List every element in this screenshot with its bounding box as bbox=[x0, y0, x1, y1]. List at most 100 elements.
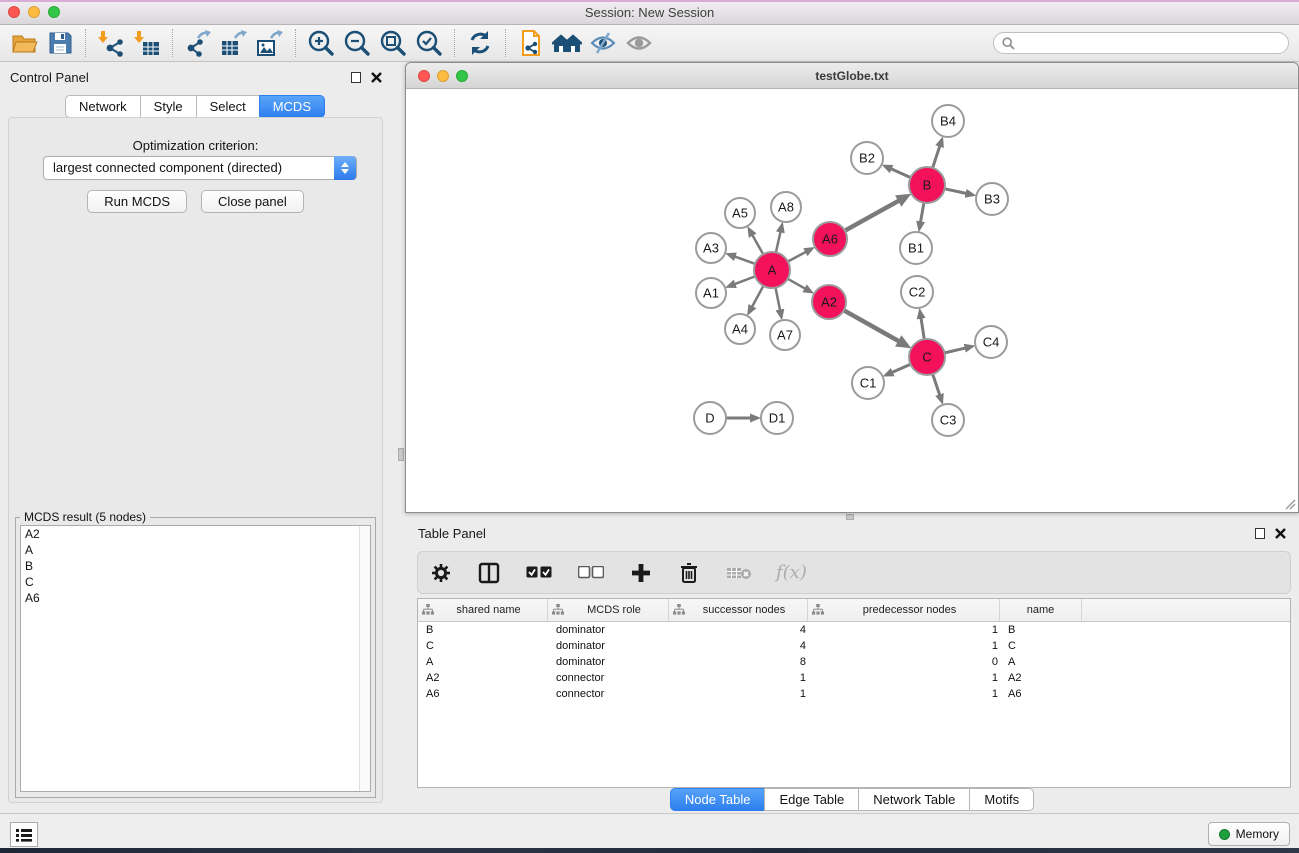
open-session-button[interactable] bbox=[6, 27, 42, 59]
control-panel-tabs: Network Style Select MCDS bbox=[0, 95, 390, 118]
zoom-selected-button[interactable] bbox=[411, 27, 447, 59]
delete-column-button[interactable] bbox=[676, 557, 702, 589]
edge-A2-C[interactable] bbox=[843, 310, 899, 342]
graph-node-label: C1 bbox=[860, 376, 877, 391]
mcds-result-item[interactable]: A6 bbox=[21, 590, 370, 606]
close-table-panel-icon[interactable] bbox=[1275, 528, 1286, 539]
column-header-name[interactable]: name bbox=[1000, 599, 1082, 621]
criterion-dropdown[interactable]: largest connected component (directed) bbox=[43, 156, 357, 180]
edge-B-B3[interactable] bbox=[944, 189, 967, 194]
edge-A-A8[interactable] bbox=[776, 231, 781, 253]
cell-successor-nodes: 8 bbox=[669, 656, 808, 668]
tab-node-table[interactable]: Node Table bbox=[670, 788, 766, 811]
resize-handle-icon[interactable] bbox=[1284, 498, 1296, 510]
edge-B-B2[interactable] bbox=[891, 169, 912, 178]
tab-edge-table[interactable]: Edge Table bbox=[764, 788, 859, 811]
zoom-selected-icon bbox=[414, 28, 444, 58]
float-panel-icon[interactable] bbox=[351, 72, 361, 83]
task-history-button[interactable] bbox=[10, 822, 38, 847]
open-folder-icon bbox=[10, 29, 38, 57]
edge-A-A7[interactable] bbox=[775, 287, 780, 311]
edge-C-C2[interactable] bbox=[921, 318, 924, 341]
float-table-panel-icon[interactable] bbox=[1255, 528, 1265, 539]
table-row[interactable]: A6connector11A6 bbox=[418, 686, 1290, 702]
network-graph: B4B2BB3B1A5A8A6A3AA1A2A4A7C2C4CC1C3DD1 bbox=[406, 89, 1298, 512]
edge-C-C1[interactable] bbox=[892, 364, 912, 373]
memory-status-icon bbox=[1219, 829, 1230, 840]
memory-button[interactable]: Memory bbox=[1208, 822, 1290, 846]
zoom-in-button[interactable] bbox=[303, 27, 339, 59]
edge-A-A5[interactable] bbox=[752, 235, 763, 255]
cell-name: C bbox=[1000, 640, 1082, 652]
column-header-predecessor-nodes[interactable]: predecessor nodes bbox=[808, 599, 1000, 621]
table-row[interactable]: A2connector11A2 bbox=[418, 670, 1290, 686]
control-panel: Control Panel Network Style Select MCDS … bbox=[0, 62, 390, 813]
edge-A6-B[interactable] bbox=[844, 201, 899, 232]
zoom-out-button[interactable] bbox=[339, 27, 375, 59]
column-header-MCDS-role[interactable]: MCDS role bbox=[548, 599, 669, 621]
network-from-file-button[interactable] bbox=[513, 27, 549, 59]
mcds-result-item[interactable]: A2 bbox=[21, 526, 370, 542]
home-networks-button[interactable] bbox=[549, 27, 585, 59]
column-type-icon bbox=[552, 604, 564, 616]
mcds-result-item[interactable]: C bbox=[21, 574, 370, 590]
cell-name: B bbox=[1000, 624, 1082, 636]
show-graphics-details-button[interactable] bbox=[621, 27, 657, 59]
apply-layout-button[interactable] bbox=[462, 27, 498, 59]
run-mcds-button[interactable]: Run MCDS bbox=[87, 190, 187, 213]
mcds-result-item[interactable]: A bbox=[21, 542, 370, 558]
close-panel-icon[interactable] bbox=[371, 72, 382, 83]
tab-select[interactable]: Select bbox=[196, 95, 260, 118]
export-table-button[interactable] bbox=[216, 27, 252, 59]
columns-icon bbox=[478, 562, 500, 584]
create-column-button[interactable] bbox=[628, 557, 654, 589]
mcds-result-list[interactable]: A2ABCA6 bbox=[20, 525, 371, 792]
table-settings-button[interactable] bbox=[428, 557, 454, 589]
import-network-button[interactable] bbox=[93, 27, 129, 59]
zoom-fit-button[interactable] bbox=[375, 27, 411, 59]
table-row[interactable]: Adominator80A bbox=[418, 654, 1290, 670]
search-input[interactable] bbox=[1020, 36, 1280, 50]
edge-A-A2[interactable] bbox=[787, 278, 806, 288]
tab-network[interactable]: Network bbox=[65, 95, 141, 118]
cell-MCDS-role: connector bbox=[548, 672, 669, 684]
edge-A-A1[interactable] bbox=[734, 276, 756, 284]
edge-A-A3[interactable] bbox=[735, 256, 756, 264]
table-tabs: Node Table Edge Table Network Table Moti… bbox=[405, 788, 1299, 811]
deselect-all-rows-button[interactable] bbox=[576, 557, 606, 589]
edge-B-B1[interactable] bbox=[920, 202, 924, 223]
mcds-result-item[interactable]: B bbox=[21, 558, 370, 574]
select-all-rows-button[interactable] bbox=[524, 557, 554, 589]
table-row[interactable]: Cdominator41C bbox=[418, 638, 1290, 654]
network-canvas[interactable]: B4B2BB3B1A5A8A6A3AA1A2A4A7C2C4CC1C3DD1 bbox=[406, 89, 1298, 512]
search-field[interactable] bbox=[993, 32, 1289, 54]
vertical-splitter-grip[interactable] bbox=[398, 448, 404, 461]
edge-C-C3[interactable] bbox=[932, 373, 939, 395]
graph-node-label: C2 bbox=[909, 285, 926, 300]
save-session-button[interactable] bbox=[42, 27, 78, 59]
export-network-button[interactable] bbox=[180, 27, 216, 59]
tab-style[interactable]: Style bbox=[140, 95, 197, 118]
table-row[interactable]: Bdominator41B bbox=[418, 622, 1290, 638]
export-image-button[interactable] bbox=[252, 27, 288, 59]
column-header-successor-nodes[interactable]: successor nodes bbox=[669, 599, 808, 621]
edge-A-A4[interactable] bbox=[752, 285, 764, 307]
cell-name: A bbox=[1000, 656, 1082, 668]
result-scrollbar[interactable] bbox=[359, 526, 370, 791]
show-columns-button[interactable] bbox=[476, 557, 502, 589]
hide-graphics-details-button[interactable] bbox=[585, 27, 621, 59]
tab-motifs[interactable]: Motifs bbox=[969, 788, 1034, 811]
import-table-button[interactable] bbox=[129, 27, 165, 59]
close-panel-button[interactable]: Close panel bbox=[201, 190, 304, 213]
graph-node-label: B1 bbox=[908, 241, 924, 256]
gear-icon bbox=[430, 562, 452, 584]
edge-B-B4[interactable] bbox=[932, 146, 940, 169]
column-header-shared-name[interactable]: shared name bbox=[418, 599, 548, 621]
tab-network-table[interactable]: Network Table bbox=[858, 788, 970, 811]
tab-mcds[interactable]: MCDS bbox=[259, 95, 325, 118]
edge-A-A6[interactable] bbox=[787, 252, 806, 262]
network-window-titlebar[interactable]: testGlobe.txt bbox=[406, 63, 1298, 89]
function-builder-label-disabled: f(x) bbox=[776, 562, 807, 583]
memory-label: Memory bbox=[1236, 827, 1279, 841]
edge-C-C4[interactable] bbox=[944, 348, 966, 353]
